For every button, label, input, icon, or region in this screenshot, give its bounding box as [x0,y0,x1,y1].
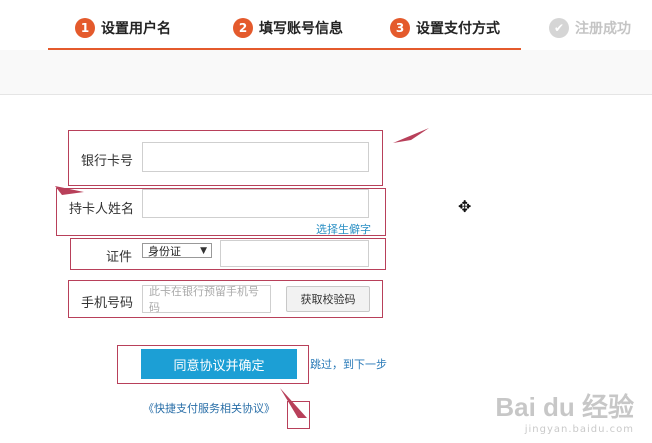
arrow-to-bank-card [393,128,429,143]
watermark-sub: jingyan.baidu.com [524,424,634,435]
arrow-to-submit [280,388,307,418]
baidu-jingyan-watermark: Bai du 经验 jingyan.baidu.com [495,387,634,435]
watermark-main: Bai du 经验 [495,392,634,422]
arrow-to-holder-name [55,186,84,195]
annotation-arrows [55,128,429,418]
mouse-cursor-icon: ✥ [458,197,472,216]
